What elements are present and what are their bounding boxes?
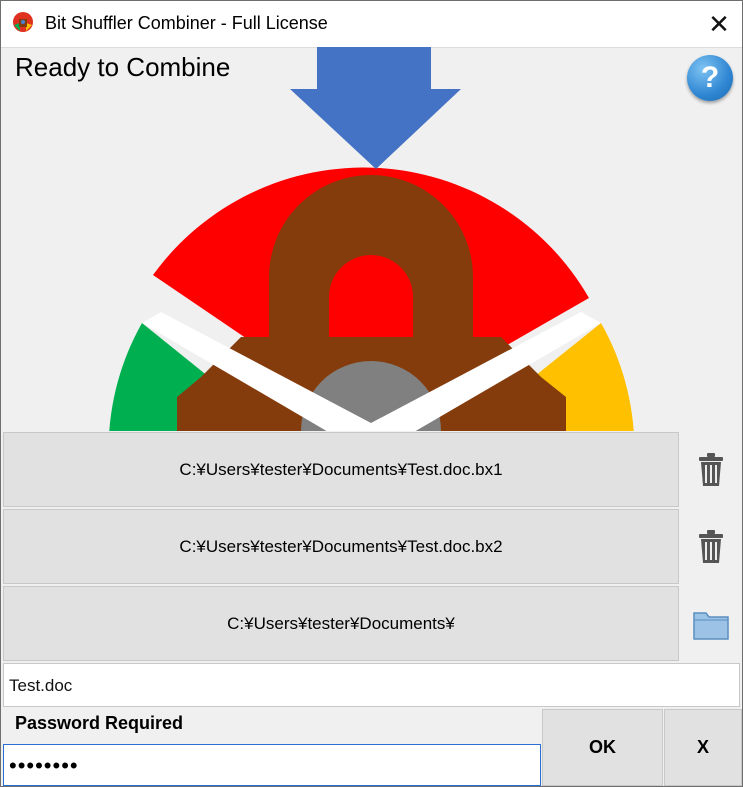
combine-graphic [109, 47, 634, 431]
help-icon[interactable]: ? [687, 55, 733, 101]
close-button[interactable]: ✕ [696, 1, 742, 47]
output-filename-field[interactable]: Test.doc [3, 663, 740, 707]
main-window: Bit Shuffler Combiner - Full License ✕ R… [0, 0, 743, 787]
trash-icon[interactable] [680, 509, 742, 584]
password-field[interactable]: •••••••• [3, 744, 541, 786]
file-row-2[interactable]: C:¥Users¥tester¥Documents¥Test.doc.bx2 [3, 509, 679, 584]
cancel-button[interactable]: X [664, 709, 742, 786]
window-title: Bit Shuffler Combiner - Full License [45, 13, 328, 33]
app-icon [13, 12, 33, 32]
ok-button[interactable]: OK [542, 709, 663, 786]
trash-icon[interactable] [680, 432, 742, 507]
output-folder-row[interactable]: C:¥Users¥tester¥Documents¥ [3, 586, 679, 661]
title-bar: Bit Shuffler Combiner - Full License ✕ [1, 1, 742, 48]
password-label: Password Required [15, 713, 184, 733]
file-row-1[interactable]: C:¥Users¥tester¥Documents¥Test.doc.bx1 [3, 432, 679, 507]
folder-icon[interactable] [680, 586, 742, 661]
down-arrow-icon [290, 47, 461, 169]
